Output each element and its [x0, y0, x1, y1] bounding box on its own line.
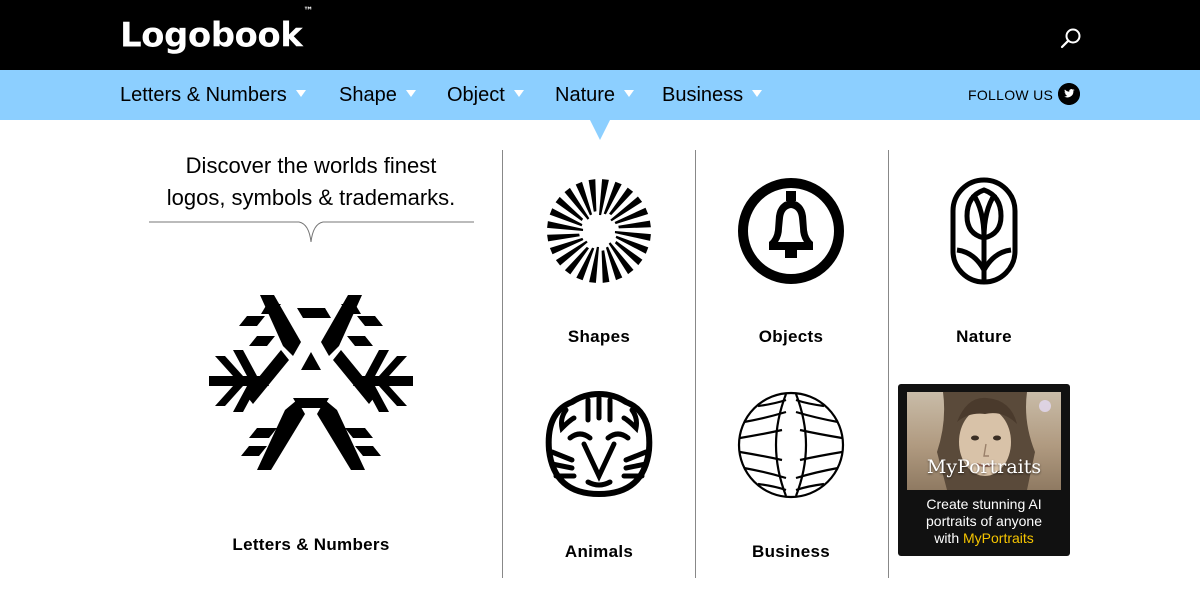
starburst-ray: [618, 220, 651, 229]
speech-pointer-line: [149, 221, 474, 243]
category-object[interactable]: Object: [447, 82, 524, 108]
category-nature[interactable]: Nature: [555, 82, 635, 108]
twitter-icon[interactable]: [1058, 83, 1080, 105]
category-label: Nature: [555, 84, 616, 106]
logobook-logo[interactable]: Logobook™: [120, 6, 313, 57]
tagline-line: Discover the worlds finest: [185, 153, 437, 178]
tile-label-nature[interactable]: Nature: [889, 327, 1079, 347]
ad-text-prefix: with: [934, 530, 963, 546]
globe-icon[interactable]: [736, 390, 846, 500]
tulip-icon[interactable]: [929, 176, 1039, 286]
tile-label-objects[interactable]: Objects: [696, 327, 886, 347]
tile-label-animals[interactable]: Animals: [504, 542, 694, 562]
top-bar: Logobook™ Directory Resources About: [0, 0, 1200, 70]
caret-down-icon: [624, 90, 635, 98]
starburst-ray: [588, 179, 597, 212]
logo-text: Logobook: [120, 15, 303, 56]
tiger-icon[interactable]: [544, 390, 654, 500]
category-shape[interactable]: Shape: [339, 82, 416, 108]
category-bar: Letters & Numbers Shape Object Nature Bu…: [0, 70, 1200, 120]
category-label: Business: [662, 84, 744, 106]
ad-brand: MyPortraits: [963, 530, 1034, 546]
category-letters-numbers[interactable]: Letters & Numbers: [120, 82, 306, 108]
caret-down-icon: [513, 90, 524, 98]
hero-category-label[interactable]: Letters & Numbers: [150, 535, 472, 555]
myportraits-ad[interactable]: MyPortraits Create stunning AI portraits…: [898, 384, 1070, 556]
tagline-line: logos, symbols & trademarks.: [166, 185, 456, 210]
dropdown-notch: [590, 120, 610, 140]
snowflake-a-icon[interactable]: [205, 290, 417, 475]
search-icon[interactable]: [1060, 27, 1082, 49]
starburst-icon[interactable]: [544, 176, 654, 286]
caret-down-icon: [405, 90, 416, 98]
category-label: Shape: [339, 84, 397, 106]
trademark-mark: ™: [303, 6, 313, 17]
bell-icon[interactable]: [736, 176, 846, 286]
caret-down-icon: [295, 90, 306, 98]
nav-directory[interactable]: Directory: [0, 0, 64, 17]
portrait-photo: MyPortraits: [907, 392, 1061, 490]
ad-text-line: with MyPortraits: [902, 530, 1066, 547]
column-divider: [502, 150, 503, 578]
category-business[interactable]: Business: [662, 82, 763, 108]
category-label: Object: [447, 84, 505, 106]
starburst-ray: [547, 233, 580, 242]
follow-us-label: FOLLOW US: [968, 87, 1054, 103]
ad-title: MyPortraits: [926, 456, 1042, 478]
category-label: Letters & Numbers: [120, 84, 287, 106]
caret-down-icon: [752, 90, 763, 98]
ad-text-line: portraits of anyone: [926, 513, 1042, 529]
column-divider: [888, 150, 889, 578]
tile-label-business[interactable]: Business: [696, 542, 886, 562]
tile-label-shapes[interactable]: Shapes: [504, 327, 694, 347]
column-divider: [695, 150, 696, 578]
ad-description: Create stunning AI portraits of anyone w…: [902, 496, 1066, 547]
ad-text-line: Create stunning AI: [926, 496, 1042, 512]
tagline: Discover the worlds finest logos, symbol…: [150, 150, 472, 214]
starburst-ray: [601, 250, 610, 283]
